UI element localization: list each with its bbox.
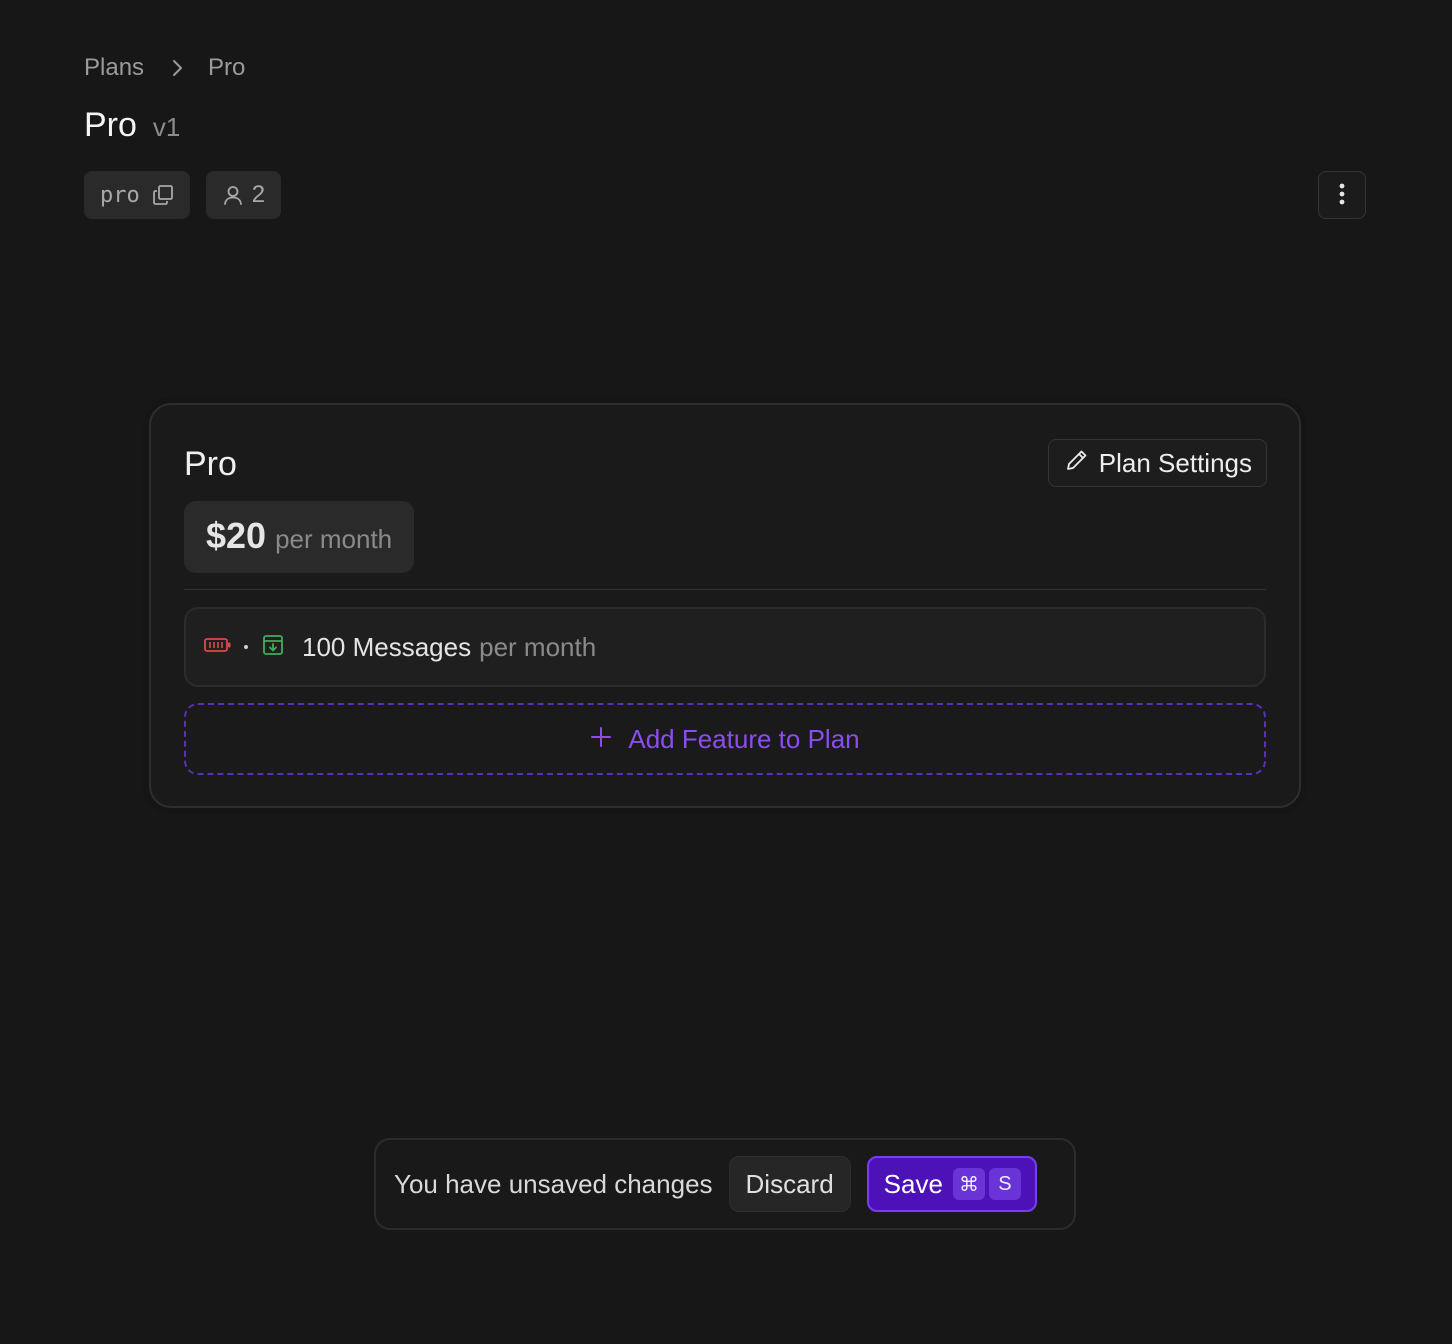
plan-editor-page: Plans Pro Pro v1 pro 2 Pro Plan Settings… [0, 0, 1452, 1344]
shortcut-key-cmd: ⌘ [952, 1168, 985, 1200]
unsaved-changes-bar: You have unsaved changes Discard Save ⌘ … [374, 1138, 1076, 1230]
version-label: v1 [152, 112, 181, 142]
plan-card: Pro Plan Settings $20 per month 100 Mess… [149, 403, 1301, 808]
add-feature-label: Add Feature to Plan [628, 723, 860, 754]
price-pill[interactable]: $20 per month [184, 501, 415, 573]
feature-unit: per month [479, 631, 597, 662]
add-feature-button[interactable]: Add Feature to Plan [184, 703, 1266, 775]
breadcrumb: Plans Pro [84, 54, 245, 82]
page-title-row: Pro v1 [84, 106, 180, 145]
discard-label: Discard [745, 1168, 834, 1199]
price-amount: $20 [206, 515, 267, 556]
plan-meta-chips: pro 2 [84, 171, 282, 219]
chevron-right-icon [170, 58, 184, 78]
plus-icon [590, 724, 628, 755]
customer-count: 2 [251, 181, 266, 208]
feature-label: 100 Messages [302, 631, 472, 662]
plan-id: pro [100, 182, 140, 208]
shortcut-key-s: S [988, 1168, 1021, 1200]
discard-button[interactable]: Discard [728, 1156, 851, 1212]
breadcrumb-item-pro[interactable]: Pro [208, 54, 245, 82]
feature-item[interactable]: 100 Messages per month [184, 607, 1266, 687]
archive-download-icon [262, 634, 284, 661]
page-title: Pro [84, 106, 137, 144]
plan-settings-button[interactable]: Plan Settings [1047, 439, 1267, 487]
battery-icon [204, 637, 232, 658]
breadcrumb-item-plans[interactable]: Plans [84, 54, 144, 82]
card-divider [184, 589, 1266, 590]
save-label: Save [883, 1168, 943, 1199]
pencil-icon [1065, 448, 1099, 479]
save-button[interactable]: Save ⌘ S [866, 1156, 1037, 1212]
plan-settings-label: Plan Settings [1098, 447, 1252, 478]
plan-id-copy-chip[interactable]: pro [84, 171, 190, 219]
customers-count-chip[interactable]: 2 [205, 171, 282, 219]
unsaved-changes-message: You have unsaved changes [394, 1168, 713, 1199]
separator-dot [244, 645, 248, 649]
price-period: per month [275, 524, 393, 554]
copy-icon [152, 184, 174, 206]
more-options-button[interactable] [1318, 171, 1366, 219]
plan-card-title: Pro [184, 445, 237, 483]
more-vertical-icon [1338, 182, 1346, 209]
user-icon [222, 184, 244, 206]
